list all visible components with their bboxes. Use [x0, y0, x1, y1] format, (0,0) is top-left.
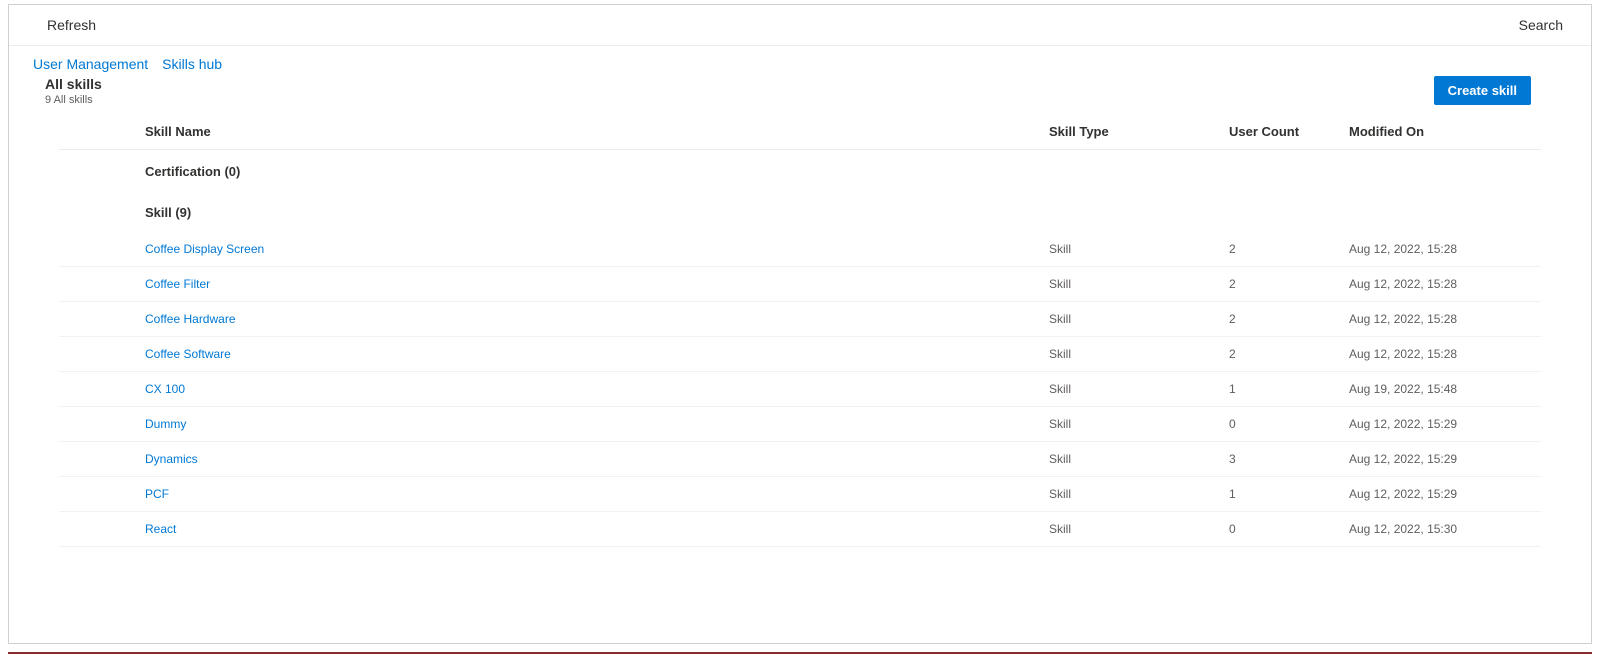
- refresh-button[interactable]: Refresh: [39, 13, 104, 37]
- modified-on-cell: Aug 12, 2022, 15:28: [1341, 232, 1541, 267]
- column-header-modified[interactable]: Modified On: [1341, 114, 1541, 150]
- row-select-cell[interactable]: [59, 372, 137, 407]
- modified-on-cell: Aug 12, 2022, 15:29: [1341, 407, 1541, 442]
- skill-type-cell: Skill: [1041, 512, 1221, 547]
- row-select-cell[interactable]: [59, 512, 137, 547]
- group-label: Certification (0): [137, 150, 1541, 192]
- table-row[interactable]: Coffee Software Skill2Aug 12, 2022, 15:28: [59, 337, 1541, 372]
- group-header[interactable]: Certification (0): [59, 150, 1541, 192]
- skill-link[interactable]: Coffee Hardware: [145, 312, 236, 326]
- table-header-row: Skill Name Skill Type User Count Modifie…: [59, 114, 1541, 150]
- skill-name-cell: Coffee Software: [137, 337, 1041, 372]
- skills-grid: Skill Name Skill Type User Count Modifie…: [9, 114, 1591, 643]
- skill-type-cell: Skill: [1041, 267, 1221, 302]
- skill-type-cell: Skill: [1041, 372, 1221, 407]
- modified-on-cell: Aug 19, 2022, 15:48: [1341, 372, 1541, 407]
- page-header: All skills 9 All skills Create skill: [9, 76, 1591, 114]
- create-skill-button[interactable]: Create skill: [1434, 76, 1531, 105]
- page-title: All skills: [45, 76, 102, 92]
- group-expand-cell[interactable]: [59, 191, 137, 232]
- row-select-cell[interactable]: [59, 337, 137, 372]
- skill-link[interactable]: Coffee Filter: [145, 277, 210, 291]
- skill-link[interactable]: React: [145, 522, 176, 536]
- row-select-cell[interactable]: [59, 302, 137, 337]
- table-row[interactable]: Dynamics Skill3Aug 12, 2022, 15:29: [59, 442, 1541, 477]
- app-container: Refresh Search User Management Skills hu…: [8, 4, 1592, 644]
- table-row[interactable]: React Skill0Aug 12, 2022, 15:30: [59, 512, 1541, 547]
- skill-name-cell: Coffee Display Screen: [137, 232, 1041, 267]
- skill-name-cell: CX 100: [137, 372, 1041, 407]
- footer-divider: [8, 652, 1592, 654]
- skill-link[interactable]: Coffee Display Screen: [145, 242, 264, 256]
- modified-on-cell: Aug 12, 2022, 15:28: [1341, 337, 1541, 372]
- table-row[interactable]: Coffee Display Screen Skill2Aug 12, 2022,…: [59, 232, 1541, 267]
- skill-type-cell: Skill: [1041, 337, 1221, 372]
- column-header-type[interactable]: Skill Type: [1041, 114, 1221, 150]
- skill-link[interactable]: CX 100: [145, 382, 185, 396]
- table-row[interactable]: Dummy Skill0Aug 12, 2022, 15:29: [59, 407, 1541, 442]
- command-bar: Refresh Search: [9, 5, 1591, 46]
- skill-type-cell: Skill: [1041, 232, 1221, 267]
- skill-type-cell: Skill: [1041, 442, 1221, 477]
- column-header-user-count[interactable]: User Count: [1221, 114, 1341, 150]
- group-header[interactable]: Skill (9): [59, 191, 1541, 232]
- user-count-cell: 0: [1221, 512, 1341, 547]
- row-select-cell[interactable]: [59, 477, 137, 512]
- user-count-cell: 1: [1221, 372, 1341, 407]
- user-count-cell: 0: [1221, 407, 1341, 442]
- breadcrumb-user-management[interactable]: User Management: [33, 56, 148, 72]
- skill-type-cell: Skill: [1041, 407, 1221, 442]
- skill-name-cell: Coffee Filter: [137, 267, 1041, 302]
- table-row[interactable]: PCF Skill1Aug 12, 2022, 15:29: [59, 477, 1541, 512]
- skill-link[interactable]: Coffee Software: [145, 347, 231, 361]
- skill-name-cell: Dummy: [137, 407, 1041, 442]
- column-header-select: [59, 114, 137, 150]
- user-count-cell: 2: [1221, 302, 1341, 337]
- breadcrumb: User Management Skills hub: [9, 46, 1591, 76]
- row-select-cell[interactable]: [59, 442, 137, 477]
- user-count-cell: 1: [1221, 477, 1341, 512]
- skill-link[interactable]: PCF: [145, 487, 169, 501]
- row-select-cell[interactable]: [59, 407, 137, 442]
- modified-on-cell: Aug 12, 2022, 15:30: [1341, 512, 1541, 547]
- page-subtitle: 9 All skills: [45, 94, 102, 106]
- table-row[interactable]: CX 100 Skill1Aug 19, 2022, 15:48: [59, 372, 1541, 407]
- skill-name-cell: Coffee Hardware: [137, 302, 1041, 337]
- skill-link[interactable]: Dummy: [145, 417, 186, 431]
- skill-name-cell: Dynamics: [137, 442, 1041, 477]
- column-header-name[interactable]: Skill Name: [137, 114, 1041, 150]
- user-count-cell: 3: [1221, 442, 1341, 477]
- row-select-cell[interactable]: [59, 267, 137, 302]
- modified-on-cell: Aug 12, 2022, 15:29: [1341, 442, 1541, 477]
- skill-name-cell: React: [137, 512, 1041, 547]
- modified-on-cell: Aug 12, 2022, 15:28: [1341, 267, 1541, 302]
- table-row[interactable]: Coffee Filter Skill2Aug 12, 2022, 15:28: [59, 267, 1541, 302]
- user-count-cell: 2: [1221, 232, 1341, 267]
- modified-on-cell: Aug 12, 2022, 15:28: [1341, 302, 1541, 337]
- skill-type-cell: Skill: [1041, 302, 1221, 337]
- user-count-cell: 2: [1221, 337, 1341, 372]
- search-button[interactable]: Search: [1511, 13, 1571, 37]
- row-select-cell[interactable]: [59, 232, 137, 267]
- skill-link[interactable]: Dynamics: [145, 452, 198, 466]
- user-count-cell: 2: [1221, 267, 1341, 302]
- skill-type-cell: Skill: [1041, 477, 1221, 512]
- group-label: Skill (9): [137, 191, 1541, 232]
- group-expand-cell[interactable]: [59, 150, 137, 192]
- modified-on-cell: Aug 12, 2022, 15:29: [1341, 477, 1541, 512]
- table-row[interactable]: Coffee Hardware Skill2Aug 12, 2022, 15:28: [59, 302, 1541, 337]
- breadcrumb-skills-hub[interactable]: Skills hub: [162, 56, 222, 72]
- skill-name-cell: PCF: [137, 477, 1041, 512]
